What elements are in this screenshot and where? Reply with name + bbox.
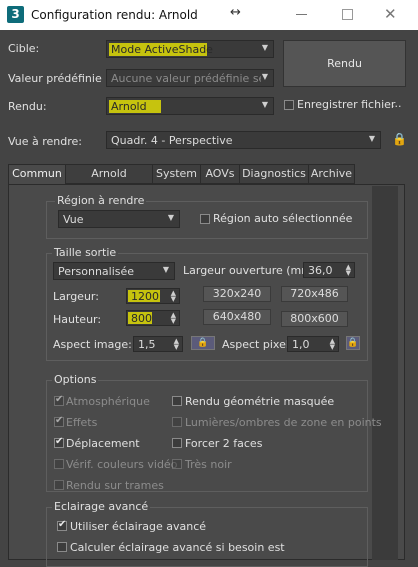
render-to-fields-label: Rendu sur trames — [66, 479, 164, 492]
view-label: Vue à rendre: — [8, 135, 83, 148]
region-title: Région à rendre — [55, 194, 147, 207]
aperture-width-label: Largeur ouverture (mm): — [183, 264, 320, 277]
spinner-arrows-icon: ▲ ▼ — [329, 337, 335, 351]
preset-label: Valeur prédéfinie : — [8, 72, 109, 85]
effects-label: Effets — [66, 416, 98, 429]
displacement-checkbox[interactable] — [54, 436, 64, 448]
dropdown-arrow-icon: ▼ — [261, 100, 268, 109]
target-dropdown[interactable]: Mode ActiveShade ▼ — [106, 40, 274, 58]
height-spinner[interactable]: 800 ▲ ▼ — [126, 310, 180, 326]
preset-dropdown[interactable]: Aucune valeur prédéfinie sélect ▼ — [106, 69, 274, 87]
dropdown-arrow-icon: ▼ — [162, 265, 169, 274]
render-hidden-geometry-label: Rendu géométrie masquée — [185, 395, 335, 408]
area-lights-checkbox[interactable] — [172, 417, 182, 427]
use-advanced-lighting-checkbox[interactable] — [57, 519, 67, 531]
use-advanced-lighting-label: Utiliser éclairage avancé — [70, 520, 207, 533]
advanced-lighting-title: Eclairage avancé — [52, 500, 151, 513]
width-label: Largeur: — [53, 290, 99, 303]
pixel-aspect-label: Aspect pixel: — [222, 338, 293, 351]
auto-region-label: Région auto sélectionnée — [213, 212, 353, 225]
renderer-value: Arnold — [111, 100, 147, 113]
atmospheric-label: Atmosphérique — [66, 395, 150, 408]
save-file-label: Enregistrer fichier — [297, 98, 396, 111]
tab-arnold-renderer[interactable]: Arnold Renderer — [65, 164, 153, 198]
displacement-label: Déplacement — [66, 437, 140, 450]
dropdown-arrow-icon: ▼ — [368, 134, 375, 143]
render-button[interactable]: Rendu — [283, 40, 406, 87]
width-spinner[interactable]: 1200 ▲ ▼ — [126, 288, 180, 304]
dropdown-arrow-icon: ▼ — [261, 72, 268, 81]
3dsmax-app-icon: 3 — [7, 6, 24, 23]
pixel-aspect-value: 1,0 — [292, 338, 310, 351]
compute-advanced-lighting-checkbox[interactable] — [57, 542, 67, 552]
view-dropdown[interactable]: Quadr. 4 - Perspective ▼ — [106, 131, 381, 149]
maximize-button[interactable] — [342, 9, 353, 20]
pixel-aspect-spinner[interactable]: 1,0 ▲ ▼ — [287, 336, 339, 352]
region-value: Vue — [63, 213, 84, 226]
area-lights-label: Lumières/ombres de zone en points — [185, 416, 382, 429]
tab-system[interactable]: System — [152, 164, 201, 184]
spinner-arrows-icon: ▲ ▼ — [345, 263, 351, 277]
renderer-label: Rendu: — [8, 100, 47, 113]
image-aspect-label: Aspect image: — [53, 338, 132, 351]
height-label: Hauteur: — [53, 313, 102, 326]
aperture-width-spinner[interactable]: 36,0 ▲ ▼ — [303, 262, 355, 278]
size-800x600-button[interactable]: 800x600 — [281, 311, 348, 327]
preset-value: Aucune valeur prédéfinie sélect — [111, 72, 261, 85]
video-color-check-checkbox[interactable] — [54, 459, 64, 469]
auto-region-checkbox[interactable] — [200, 214, 210, 224]
render-hidden-geometry-checkbox[interactable] — [172, 396, 182, 406]
scrollbar[interactable] — [372, 186, 398, 560]
dropdown-arrow-icon: ▼ — [167, 213, 174, 222]
close-button[interactable]: ✕ — [384, 5, 397, 23]
super-black-checkbox[interactable] — [172, 459, 182, 469]
output-size-title: Taille sortie — [52, 246, 119, 259]
super-black-label: Très noir — [185, 458, 232, 471]
pixel-aspect-lock-icon[interactable]: 🔒 — [346, 336, 360, 350]
render-to-fields-checkbox[interactable] — [54, 480, 64, 490]
force-two-sided-label: Forcer 2 faces — [185, 437, 263, 450]
tab-diagnostics[interactable]: Diagnostics — [239, 164, 309, 184]
spinner-arrows-icon: ▲ ▼ — [170, 289, 176, 303]
advanced-lighting-group — [46, 507, 368, 567]
width-value: 1200 — [131, 290, 159, 303]
size-720x486-button[interactable]: 720x486 — [281, 286, 348, 302]
title-bar: 3 Configuration rendu: Arnold ↔ ✕ — [0, 0, 418, 30]
target-label: Cible: — [8, 42, 40, 55]
atmospheric-checkbox[interactable] — [54, 394, 64, 406]
force-two-sided-checkbox[interactable] — [172, 438, 182, 448]
save-file-checkbox[interactable] — [284, 100, 294, 110]
window-title: Configuration rendu: Arnold — [31, 8, 198, 22]
video-color-check-label: Vérif. couleurs vidéo — [66, 458, 178, 471]
image-aspect-value: 1,5 — [138, 338, 156, 351]
size-320x240-button[interactable]: 320x240 — [203, 286, 271, 302]
minimize-button[interactable] — [296, 14, 307, 15]
spinner-arrows-icon: ▲ ▼ — [173, 337, 179, 351]
renderer-dropdown[interactable]: Arnold ▼ — [106, 97, 274, 115]
image-aspect-lock-icon[interactable]: 🔒 — [191, 336, 215, 350]
dropdown-arrow-icon: ▼ — [261, 43, 268, 52]
aperture-width-value: 36,0 — [308, 264, 333, 277]
output-preset-dropdown[interactable]: Personnalisée ▼ — [53, 262, 175, 280]
effects-checkbox[interactable] — [54, 415, 64, 427]
compute-advanced-lighting-label: Calculer éclairage avancé si besoin est — [70, 541, 285, 554]
resize-icon: ↔ — [230, 5, 241, 20]
output-preset-value: Personnalisée — [58, 265, 135, 278]
lock-icon[interactable]: 🔒 — [392, 132, 407, 146]
tab-archive[interactable]: Archive — [308, 164, 355, 184]
options-title: Options — [52, 373, 99, 386]
height-value: 800 — [131, 312, 152, 325]
region-dropdown[interactable]: Vue ▼ — [58, 210, 180, 228]
tab-commun[interactable]: Commun — [8, 164, 66, 186]
image-aspect-spinner[interactable]: 1,5 ▲ ▼ — [133, 336, 183, 352]
more-options-button[interactable]: ... — [391, 97, 402, 110]
target-value: Mode ActiveShade — [111, 43, 213, 56]
tab-aovs[interactable]: AOVs — [200, 164, 240, 184]
size-640x480-button[interactable]: 640x480 — [203, 309, 271, 325]
view-value: Quadr. 4 - Perspective — [111, 134, 233, 147]
spinner-arrows-icon: ▲ ▼ — [170, 311, 176, 325]
